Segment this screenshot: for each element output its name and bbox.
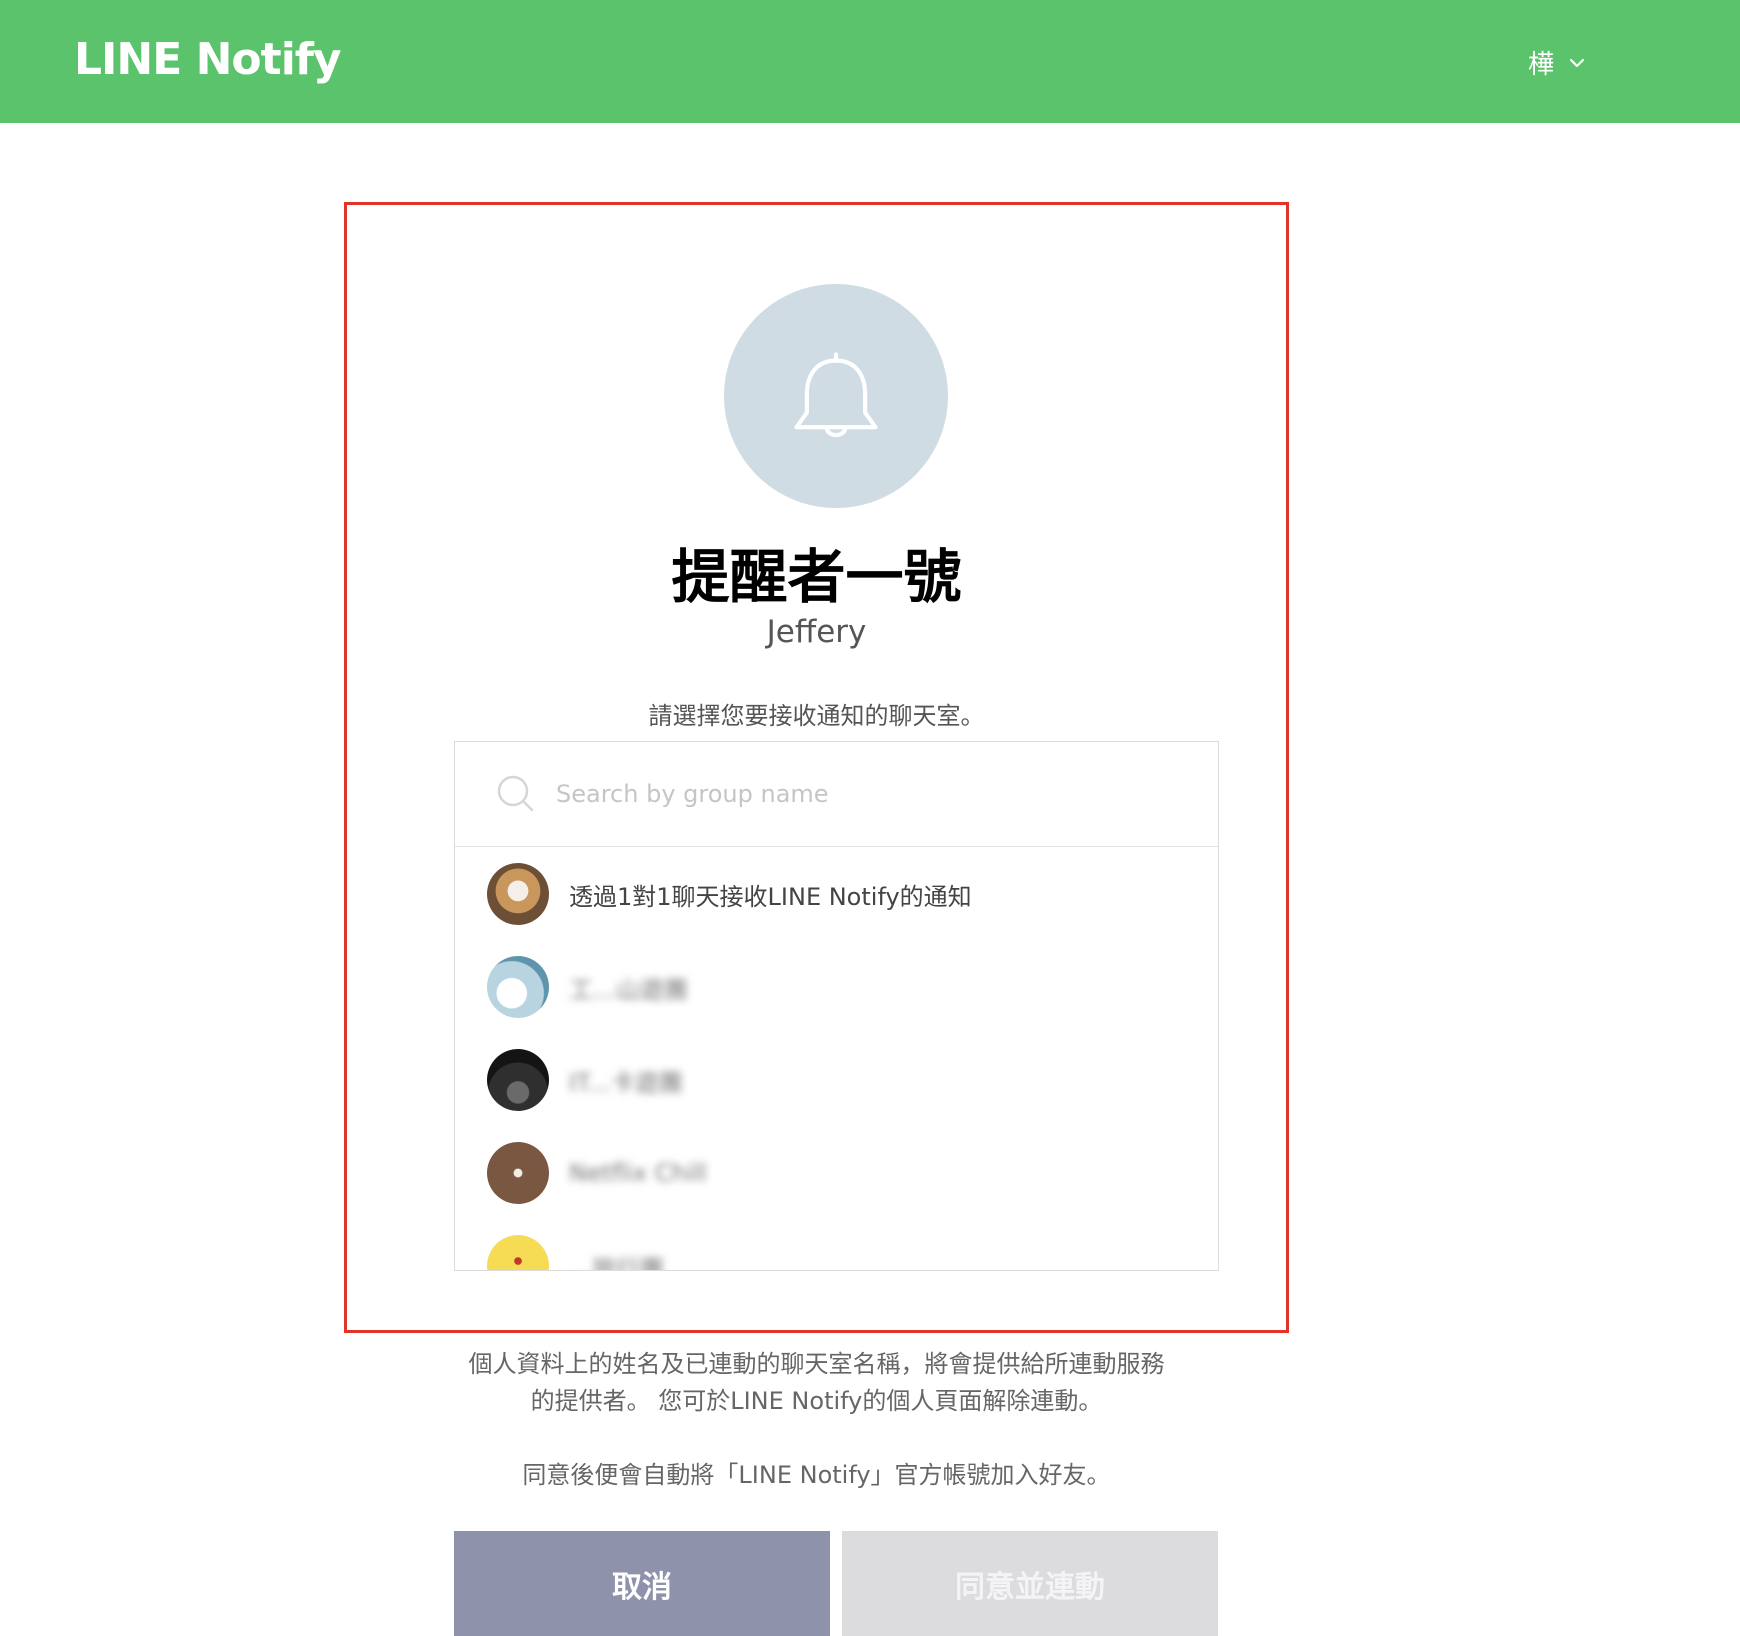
disclaimer-line: 的提供者。 您可於LINE Notify的個人頁面解除連動。 xyxy=(530,1387,1103,1415)
chat-label: ...旅行團 xyxy=(569,1254,664,1271)
avatar xyxy=(487,1235,549,1270)
chat-item[interactable]: ...旅行團 xyxy=(487,1235,664,1271)
chat-label: IT...卡遊團 xyxy=(569,1068,683,1097)
user-menu[interactable]: 樺 xyxy=(1528,44,1586,81)
avatar xyxy=(487,956,549,1018)
service-icon xyxy=(724,284,948,508)
search-icon xyxy=(497,775,534,812)
chat-select-prompt: 請選擇您要接收通知的聊天室。 xyxy=(648,702,985,730)
avatar xyxy=(487,1142,549,1204)
line-notify-logo[interactable]: LINE Notify xyxy=(74,34,342,85)
chat-list-panel: 透過1對1聊天接收LINE Notify的通知 工...山遊團 IT...卡遊團… xyxy=(454,741,1219,1271)
top-bar: LINE Notify 樺 xyxy=(0,0,1740,123)
avatar xyxy=(487,1049,549,1111)
chat-item[interactable]: 工...山遊團 xyxy=(487,956,688,1018)
service-name: 提醒者一號 xyxy=(671,543,962,611)
auto-friend-note: 同意後便會自動將「LINE Notify」官方帳號加入好友。 xyxy=(522,1461,1111,1489)
service-owner: Jeffery xyxy=(766,614,867,650)
disclaimer-line: 個人資料上的姓名及已連動的聊天室名稱，將會提供給所連動服務 xyxy=(468,1350,1165,1378)
chat-item-one-on-one[interactable]: 透過1對1聊天接收LINE Notify的通知 xyxy=(487,863,972,925)
chat-label: 工...山遊團 xyxy=(569,975,688,1004)
chat-label: 透過1對1聊天接收LINE Notify的通知 xyxy=(569,882,972,911)
chevron-down-icon xyxy=(1569,58,1585,67)
chat-item[interactable]: Netflix Chill xyxy=(487,1142,707,1204)
chat-label: Netflix Chill xyxy=(569,1159,707,1187)
agree-and-connect-button[interactable]: 同意並連動 xyxy=(842,1531,1218,1636)
search-bar xyxy=(455,742,1218,847)
cancel-button[interactable]: 取消 xyxy=(454,1531,830,1636)
search-input[interactable] xyxy=(556,780,1176,808)
avatar xyxy=(487,863,549,925)
bell-icon xyxy=(794,352,878,438)
privacy-disclaimer: 個人資料上的姓名及已連動的聊天室名稱，將會提供給所連動服務 的提供者。 您可於L… xyxy=(344,1346,1289,1420)
chat-item[interactable]: IT...卡遊團 xyxy=(487,1049,683,1111)
user-name: 樺 xyxy=(1528,50,1555,80)
